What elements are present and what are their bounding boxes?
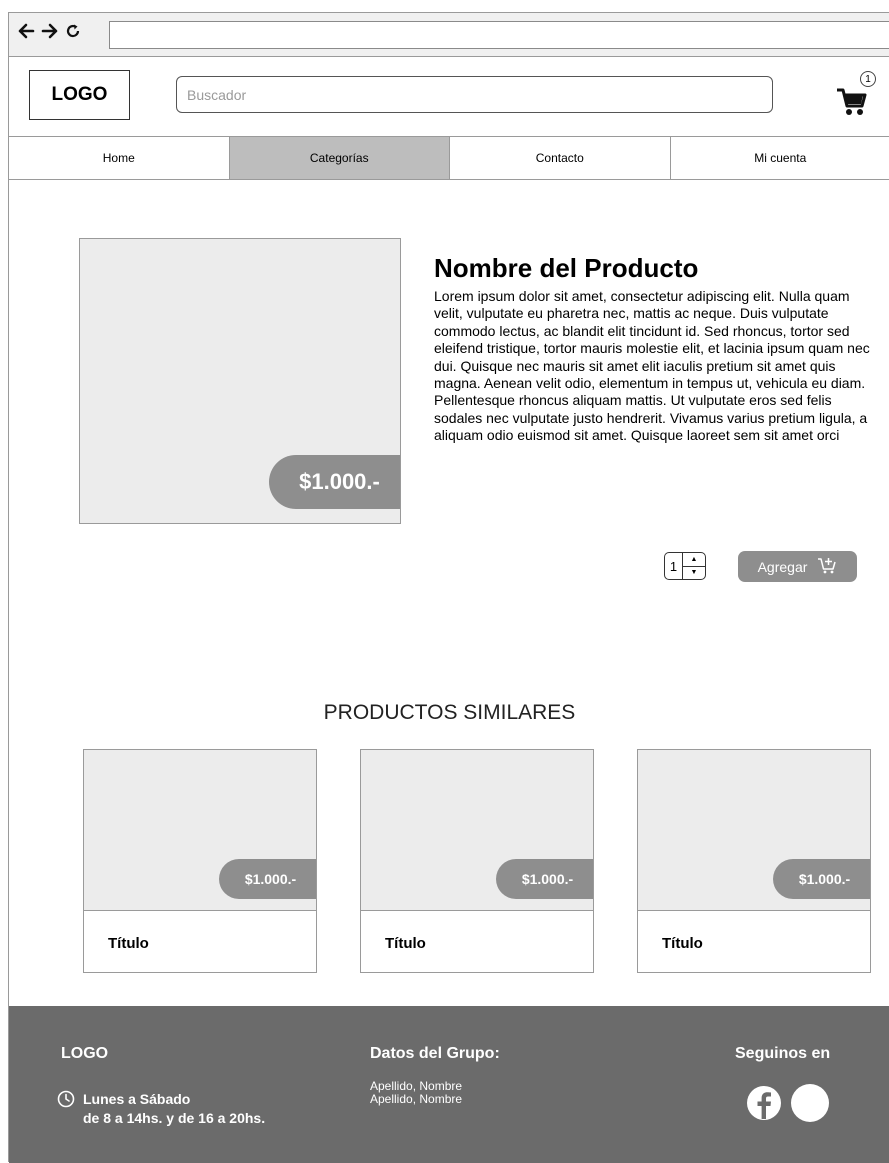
- hours-days: Lunes a Sábado: [83, 1090, 265, 1109]
- social-icon[interactable]: [791, 1084, 829, 1122]
- add-to-cart-button[interactable]: Agregar: [738, 551, 857, 582]
- card-title[interactable]: Título: [662, 935, 703, 952]
- logo[interactable]: LOGO: [29, 70, 130, 120]
- facebook-icon[interactable]: [745, 1084, 783, 1122]
- card-title[interactable]: Título: [108, 935, 149, 952]
- group-title: Datos del Grupo:: [370, 1045, 500, 1063]
- product-card[interactable]: $1.000.- Título: [83, 749, 317, 973]
- main-nav: Home Categorías Contacto Mi cuenta: [9, 137, 889, 180]
- add-to-cart-label: Agregar: [758, 559, 808, 575]
- reload-icon[interactable]: [65, 23, 81, 39]
- forward-arrow-icon[interactable]: [41, 23, 59, 39]
- product-card[interactable]: $1.000.- Título: [360, 749, 594, 973]
- product-title: Nombre del Producto: [434, 253, 698, 284]
- footer-logo[interactable]: LOGO: [61, 1045, 108, 1063]
- decrement-icon[interactable]: ▼: [683, 567, 705, 580]
- clock-icon: [57, 1090, 75, 1128]
- product-price-badge: $1.000.-: [269, 455, 400, 509]
- site-footer: LOGO Lunes a Sábado de 8 a 14hs. y de 16…: [9, 1006, 889, 1163]
- hours-times: de 8 a 14hs. y de 16 a 20hs.: [83, 1109, 265, 1128]
- follow-heading: Seguinos en: [735, 1045, 830, 1063]
- product-description: Lorem ipsum dolor sit amet, consectetur …: [434, 288, 879, 445]
- url-bar[interactable]: [109, 21, 889, 49]
- card-image[interactable]: $1.000.-: [361, 750, 593, 911]
- product-image: $1.000.-: [79, 238, 401, 524]
- browser-toolbar: [9, 13, 889, 57]
- cart-add-icon: [817, 555, 837, 578]
- similar-products-heading: PRODUCTOS SIMILARES: [9, 701, 889, 725]
- increment-icon[interactable]: ▲: [683, 553, 705, 567]
- browser-window: LOGO 1 Home Categorías Contacto Mi cuent…: [8, 12, 889, 1162]
- card-image[interactable]: $1.000.-: [638, 750, 870, 911]
- card-title[interactable]: Título: [385, 935, 426, 952]
- member-name: Apellido, Nombre: [370, 1093, 462, 1106]
- card-price-badge: $1.000.-: [219, 859, 316, 899]
- nav-item-categorias[interactable]: Categorías: [230, 137, 451, 179]
- search-input[interactable]: [176, 76, 773, 113]
- nav-item-home[interactable]: Home: [9, 137, 230, 179]
- card-image[interactable]: $1.000.-: [84, 750, 316, 911]
- quantity-stepper[interactable]: 1 ▲ ▼: [664, 551, 719, 581]
- card-price-badge: $1.000.-: [773, 859, 870, 899]
- quantity-value[interactable]: 1: [664, 552, 682, 580]
- back-arrow-icon[interactable]: [17, 23, 35, 39]
- social-links: [745, 1084, 829, 1122]
- group-members: Apellido, Nombre Apellido, Nombre: [370, 1080, 462, 1106]
- card-price-badge: $1.000.-: [496, 859, 593, 899]
- site-header: LOGO 1: [9, 57, 889, 137]
- product-card[interactable]: $1.000.- Título: [637, 749, 871, 973]
- stepper-buttons[interactable]: ▲ ▼: [682, 552, 706, 580]
- nav-item-contacto[interactable]: Contacto: [450, 137, 671, 179]
- nav-item-mi-cuenta[interactable]: Mi cuenta: [671, 137, 889, 179]
- business-hours: Lunes a Sábado de 8 a 14hs. y de 16 a 20…: [57, 1090, 265, 1128]
- cart-count-badge: 1: [860, 71, 876, 87]
